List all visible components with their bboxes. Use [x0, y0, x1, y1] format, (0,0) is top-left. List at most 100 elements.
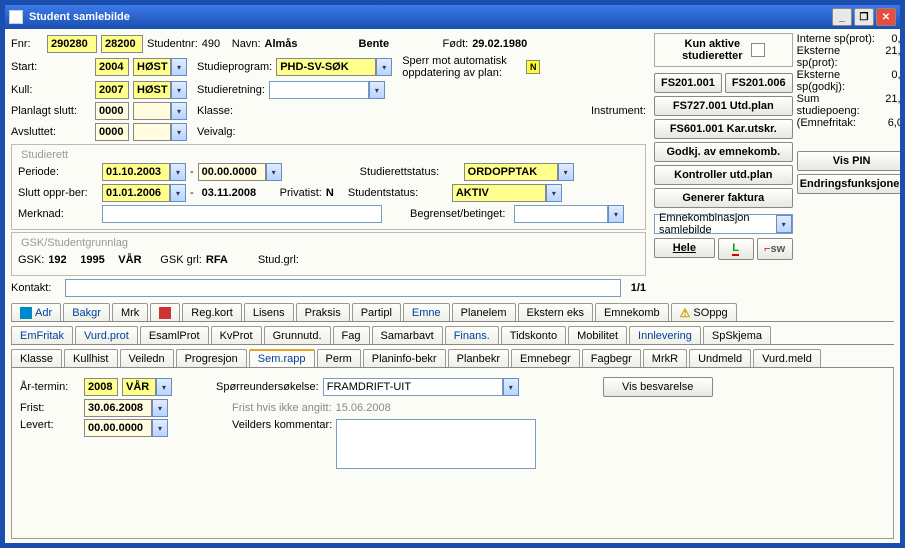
tab-Perm[interactable]: Perm	[317, 349, 361, 367]
studieprogram-dd[interactable]: ▾	[376, 58, 392, 76]
fs727-button[interactable]: FS727.001 Utd.plan	[654, 96, 793, 116]
tab-Vurd.meld[interactable]: Vurd.meld	[753, 349, 821, 367]
tab-Praksis[interactable]: Praksis	[296, 303, 350, 321]
frist-field[interactable]: 30.06.2008	[84, 399, 152, 417]
tab-Mrk[interactable]: Mrk	[112, 303, 148, 321]
plan-sem[interactable]	[133, 102, 171, 120]
veilkomm-field[interactable]	[336, 419, 536, 469]
tab-icon[interactable]	[150, 303, 180, 321]
merknad-field[interactable]	[102, 205, 382, 223]
close-button[interactable]: ✕	[876, 8, 896, 26]
studentstatus-dd[interactable]: ▾	[546, 184, 562, 202]
tab-SpSkjema[interactable]: SpSkjema	[703, 326, 771, 344]
periode-from[interactable]: 01.10.2003	[102, 163, 170, 181]
endrings-button[interactable]: Endringsfunksjoner	[797, 174, 900, 194]
tab-Sem.rapp[interactable]: Sem.rapp	[249, 349, 315, 367]
artermin-year[interactable]: 2008	[84, 378, 118, 396]
fnr1-field[interactable]: 290280	[47, 35, 97, 53]
kontroller-button[interactable]: Kontroller utd.plan	[654, 165, 793, 185]
kull-year[interactable]: 2007	[95, 81, 129, 99]
sw-icon-button[interactable]: ⌐sw	[757, 238, 793, 260]
L-icon-button[interactable]: L	[718, 238, 754, 260]
godkj-button[interactable]: Godkj. av emnekomb.	[654, 142, 793, 162]
fnr2-field[interactable]: 28200	[101, 35, 143, 53]
tab-SOppg[interactable]: ⚠ SOppg	[671, 303, 737, 321]
tab-EmFritak[interactable]: EmFritak	[11, 326, 73, 344]
tab-Veiledn[interactable]: Veiledn	[120, 349, 174, 367]
vispin-button[interactable]: Vis PIN	[797, 151, 900, 171]
tab-Emnekomb[interactable]: Emnekomb	[595, 303, 669, 321]
tab-Undmeld[interactable]: Undmeld	[689, 349, 751, 367]
tab-Planelem[interactable]: Planelem	[452, 303, 516, 321]
avs-year[interactable]: 0000	[95, 123, 129, 141]
periode-to-dd[interactable]: ▾	[266, 163, 282, 181]
studentstatus-field[interactable]: AKTIV	[452, 184, 546, 202]
tab-Lisens[interactable]: Lisens	[244, 303, 294, 321]
generer-faktura-button[interactable]: Generer faktura	[654, 188, 793, 208]
emnekomb-select-dd[interactable]: ▾	[776, 215, 792, 233]
tab-Grunnutd.[interactable]: Grunnutd.	[264, 326, 331, 344]
artermin-dd[interactable]: ▾	[156, 378, 172, 396]
tab-Fag[interactable]: Fag	[333, 326, 370, 344]
kull-sem-dd[interactable]: ▾	[171, 81, 187, 99]
tab-Mobilitet[interactable]: Mobilitet	[568, 326, 627, 344]
tab-Emnebegr[interactable]: Emnebegr	[511, 349, 580, 367]
start-year[interactable]: 2004	[95, 58, 129, 76]
tab-Finans.[interactable]: Finans.	[445, 326, 499, 344]
sporre-dd[interactable]: ▾	[503, 378, 519, 396]
tab-Fagbegr[interactable]: Fagbegr	[582, 349, 641, 367]
visbesvarelse-button[interactable]: Vis besvarelse	[603, 377, 713, 397]
tab-Ekstern eks[interactable]: Ekstern eks	[518, 303, 593, 321]
tab-Bakgr[interactable]: Bakgr	[63, 303, 110, 321]
levert-field[interactable]: 00.00.0000	[84, 419, 152, 437]
kull-sem[interactable]: HØST	[133, 81, 171, 99]
levert-dd[interactable]: ▾	[152, 419, 168, 437]
tab-Innlevering[interactable]: Innlevering	[629, 326, 701, 344]
tab-EsamlProt[interactable]: EsamlProt	[140, 326, 209, 344]
maximize-button[interactable]: ❐	[854, 8, 874, 26]
begrenset-field[interactable]	[514, 205, 608, 223]
sluttoppr-from-dd[interactable]: ▾	[170, 184, 186, 202]
kun-aktive-checkbox[interactable]	[751, 43, 765, 57]
avs-sem-dd[interactable]: ▾	[171, 123, 187, 141]
kontakt-field[interactable]	[65, 279, 621, 297]
periode-from-dd[interactable]: ▾	[170, 163, 186, 181]
tab-Reg.kort[interactable]: Reg.kort	[182, 303, 242, 321]
start-sem[interactable]: HØST	[133, 58, 171, 76]
sluttoppr-from[interactable]: 01.01.2006	[102, 184, 170, 202]
tab-Planinfo-bekr[interactable]: Planinfo-bekr	[363, 349, 446, 367]
fs201006-button[interactable]: FS201.006	[725, 73, 793, 93]
tab-KvProt[interactable]: KvProt	[211, 326, 262, 344]
minimize-button[interactable]: _	[832, 8, 852, 26]
hele-button[interactable]: Hele	[654, 238, 715, 258]
fs201001-button[interactable]: FS201.001	[654, 73, 722, 93]
tab-MrkR[interactable]: MrkR	[643, 349, 687, 367]
studieretning-field[interactable]	[269, 81, 369, 99]
sporre-field[interactable]: FRAMDRIFT-UIT	[323, 378, 503, 396]
avs-sem[interactable]	[133, 123, 171, 141]
emnekomb-select[interactable]: Emnekombinasjon samlebilde ▾	[654, 214, 793, 234]
studierettstatus-field[interactable]: ORDOPPTAK	[464, 163, 558, 181]
begrenset-dd[interactable]: ▾	[608, 205, 624, 223]
tab-Kullhist[interactable]: Kullhist	[64, 349, 117, 367]
tab-Klasse[interactable]: Klasse	[11, 349, 62, 367]
tab-Vurd.prot[interactable]: Vurd.prot	[75, 326, 138, 344]
studieretning-dd[interactable]: ▾	[369, 81, 385, 99]
plan-sem-dd[interactable]: ▾	[171, 102, 187, 120]
tab-Partipl[interactable]: Partipl	[352, 303, 401, 321]
plan-year[interactable]: 0000	[95, 102, 129, 120]
tab-Samarbavt[interactable]: Samarbavt	[372, 326, 443, 344]
tab-Adr[interactable]: Adr	[11, 303, 61, 321]
studierettstatus-dd[interactable]: ▾	[558, 163, 574, 181]
sperr-value[interactable]: N	[526, 60, 540, 74]
studieprogram-field[interactable]: PHD-SV-SØK	[276, 58, 376, 76]
tab-Planbekr[interactable]: Planbekr	[448, 349, 509, 367]
tab-Emne[interactable]: Emne	[403, 303, 450, 321]
tab-Tidskonto[interactable]: Tidskonto	[501, 326, 566, 344]
frist-dd[interactable]: ▾	[152, 399, 168, 417]
periode-to[interactable]: 00.00.0000	[198, 163, 266, 181]
tab-Progresjon[interactable]: Progresjon	[176, 349, 247, 367]
start-sem-dd[interactable]: ▾	[171, 58, 187, 76]
artermin-sem[interactable]: VÅR	[122, 378, 156, 396]
fs601-button[interactable]: FS601.001 Kar.utskr.	[654, 119, 793, 139]
